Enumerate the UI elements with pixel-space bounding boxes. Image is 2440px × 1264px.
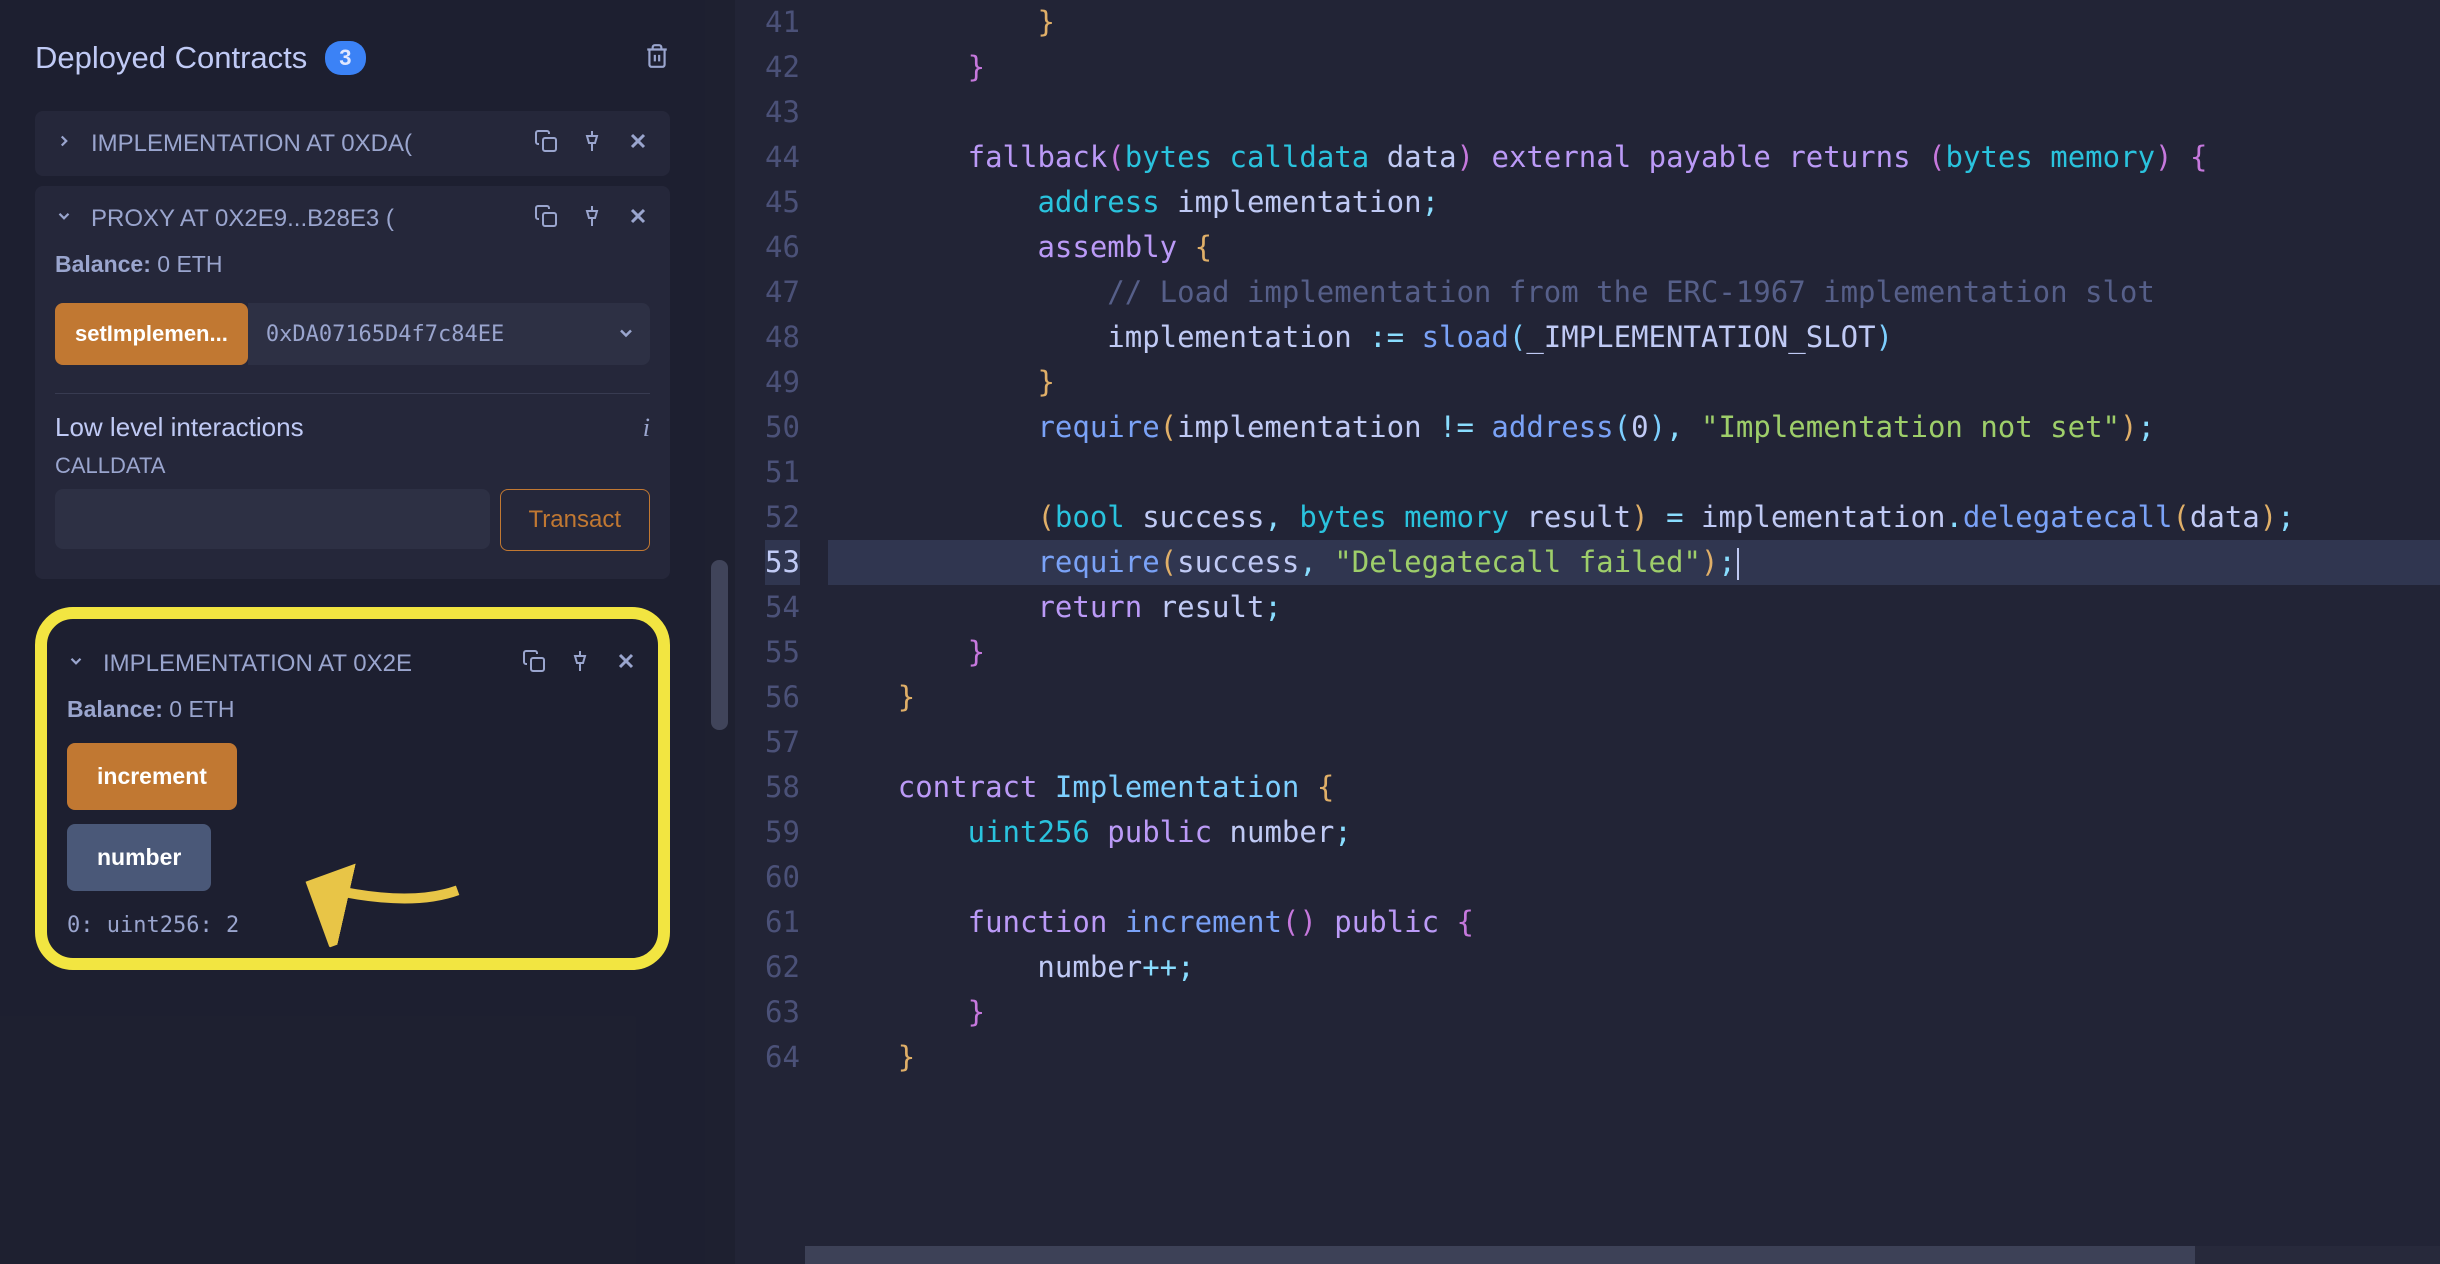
- code-content[interactable]: } } fallback(bytes calldata data) extern…: [828, 0, 2440, 1264]
- deployed-contracts-panel: Deployed Contracts 3 IMPLEMENTATION AT 0…: [0, 0, 705, 1264]
- balance-value: 0 ETH: [169, 696, 234, 722]
- contract-name[interactable]: IMPLEMENTATION AT 0XDA(: [91, 130, 534, 158]
- contract-item: PROXY AT 0X2E9...B28E3 ( Balance: 0 ETH …: [35, 186, 670, 579]
- close-icon[interactable]: [626, 204, 650, 233]
- chevron-down-icon[interactable]: [55, 207, 73, 230]
- delete-all-icon[interactable]: [644, 42, 670, 75]
- contract-name[interactable]: PROXY AT 0X2E9...B28E3 (: [91, 205, 534, 233]
- balance-value: 0 ETH: [157, 251, 222, 277]
- code-editor: 4142434445464748495051525354555657585960…: [705, 0, 2440, 1264]
- number-button[interactable]: number: [67, 824, 211, 891]
- close-icon[interactable]: [614, 649, 638, 678]
- chevron-down-icon[interactable]: [67, 652, 85, 675]
- chevron-right-icon[interactable]: [55, 132, 73, 155]
- balance-label: Balance: 0 ETH: [67, 696, 638, 723]
- increment-button[interactable]: increment: [67, 743, 237, 810]
- copy-icon[interactable]: [534, 204, 558, 233]
- transact-button[interactable]: Transact: [500, 489, 650, 551]
- calldata-input[interactable]: [55, 489, 490, 549]
- scrollbar-thumb[interactable]: [805, 1246, 2195, 1264]
- expand-function-button[interactable]: [602, 303, 650, 365]
- setimplementation-button[interactable]: setImplemen...: [55, 303, 248, 365]
- line-number-gutter: 4142434445464748495051525354555657585960…: [735, 0, 828, 1264]
- divider: [55, 393, 650, 394]
- pin-icon[interactable]: [580, 204, 604, 233]
- copy-icon[interactable]: [534, 129, 558, 158]
- setimplementation-input[interactable]: [248, 303, 602, 365]
- copy-icon[interactable]: [522, 649, 546, 678]
- pin-icon[interactable]: [568, 649, 592, 678]
- close-icon[interactable]: [626, 129, 650, 158]
- calldata-label: CALLDATA: [55, 453, 650, 479]
- scrollbar-thumb[interactable]: [711, 560, 728, 730]
- horizontal-scrollbar[interactable]: [805, 1246, 2440, 1264]
- contract-item: IMPLEMENTATION AT 0XDA(: [35, 111, 670, 176]
- highlighted-contract-annotation: IMPLEMENTATION AT 0X2E Balance: 0 ETH in…: [35, 607, 670, 970]
- panel-header: Deployed Contracts 3: [35, 40, 670, 76]
- low-level-title: Low level interactions: [55, 412, 304, 443]
- panel-title: Deployed Contracts: [35, 40, 307, 76]
- pin-icon[interactable]: [580, 129, 604, 158]
- vertical-scrollbar[interactable]: [705, 0, 735, 1264]
- info-icon[interactable]: i: [643, 413, 650, 443]
- contract-count-badge: 3: [325, 41, 365, 75]
- balance-label: Balance: 0 ETH: [55, 251, 650, 278]
- contract-name[interactable]: IMPLEMENTATION AT 0X2E: [103, 650, 522, 678]
